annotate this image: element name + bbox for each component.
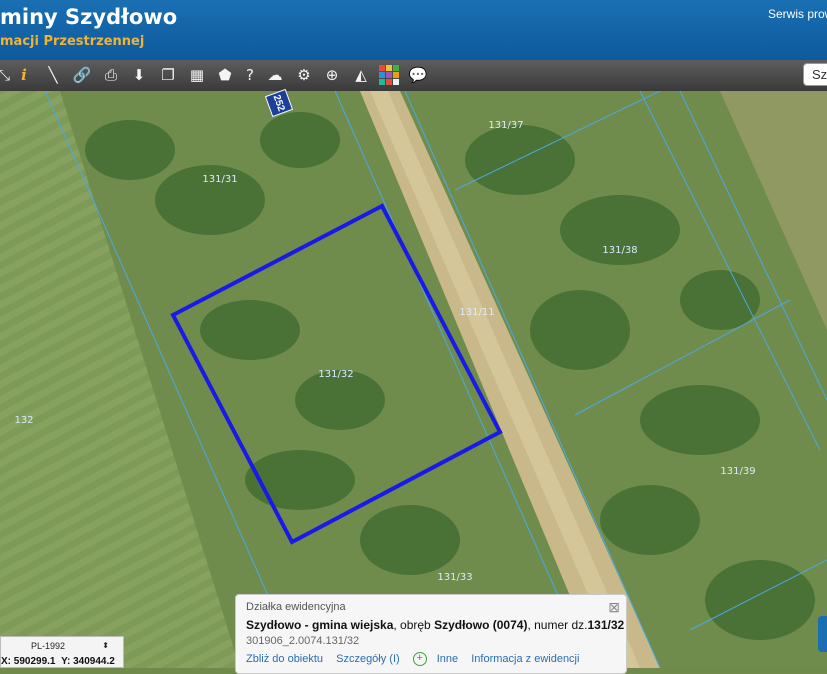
parcel-label: 131/31 bbox=[202, 174, 237, 185]
sun-icon[interactable]: ◭ bbox=[349, 63, 373, 87]
layout-icon[interactable]: ▦ bbox=[185, 63, 209, 87]
registry-info-link[interactable]: Informacja z ewidencji bbox=[471, 653, 579, 665]
coordinate-readout: X: 590299.1 Y: 340944.2 bbox=[1, 656, 115, 667]
number-prefix: , numer dz. bbox=[527, 618, 588, 632]
popup-links: Zbliż do obiektu Szczegóły (I) + Inne Inf… bbox=[246, 652, 616, 666]
parcel-info-popup: ⊠ Działka ewidencyjna Szydłowo - gmina w… bbox=[235, 594, 627, 674]
search-input[interactable]: Sz bbox=[803, 63, 827, 86]
chevron-updown-icon: ⬍ bbox=[102, 641, 109, 650]
layers-icon[interactable]: ❐ bbox=[156, 63, 180, 87]
ruler-icon[interactable]: ╲ bbox=[41, 63, 65, 87]
side-panel-toggle[interactable] bbox=[818, 616, 827, 652]
parcel-label: 131/33 bbox=[437, 572, 472, 583]
upload-icon[interactable]: ☁ bbox=[263, 63, 287, 87]
app-title: miny Szydłowo bbox=[0, 5, 178, 29]
parcel-number: 131/32 bbox=[587, 618, 625, 632]
parcel-precinct: Szydłowo (0074) bbox=[434, 618, 528, 632]
app-header: miny Szydłowo macji Przestrzennej Serwis… bbox=[0, 0, 827, 60]
other-link[interactable]: Inne bbox=[437, 653, 458, 665]
y-value: 340944.2 bbox=[73, 656, 115, 667]
zoom-search-icon[interactable]: ⊕ bbox=[320, 63, 344, 87]
parcel-label: 131/32 bbox=[318, 369, 353, 380]
color-grid-icon[interactable] bbox=[377, 63, 401, 87]
close-icon[interactable]: ⊠ bbox=[608, 599, 620, 616]
print-icon[interactable]: ⎙ bbox=[99, 63, 123, 87]
crs-select[interactable]: PL-1992 ⬍ bbox=[31, 641, 109, 653]
popup-heading: Działka ewidencyjna bbox=[246, 601, 346, 613]
parcel-label: 131/39 bbox=[720, 466, 755, 477]
y-label: Y: bbox=[61, 656, 71, 667]
app-subtitle: macji Przestrzennej bbox=[0, 34, 145, 49]
link-icon[interactable]: 🔗 bbox=[70, 63, 94, 87]
coordinate-panel: PL-1992 ⬍ X: 590299.1 Y: 340944.2 bbox=[0, 636, 124, 668]
plus-icon[interactable]: + bbox=[412, 652, 427, 666]
crs-value: PL-1992 bbox=[31, 641, 66, 651]
help-icon[interactable]: ? bbox=[238, 63, 262, 87]
precinct-prefix: , obręb bbox=[393, 618, 435, 632]
parcel-label: 131/38 bbox=[602, 245, 637, 256]
comment-icon[interactable]: 💬 bbox=[406, 63, 430, 87]
parcel-label: 131/11 bbox=[459, 307, 494, 318]
x-label: X: bbox=[1, 656, 11, 667]
shape-icon[interactable]: ⬟ bbox=[213, 63, 237, 87]
toolbar: ⤡ i ╲ 🔗 ⎙ ⬇ ❐ ▦ ⬟ ? ☁ ⚙ ⊕ ◭ 💬 bbox=[0, 60, 827, 92]
parcel-description: Szydłowo - gmina wiejska, obręb Szydłowo… bbox=[246, 618, 624, 632]
download-icon[interactable]: ⬇ bbox=[127, 63, 151, 87]
info-icon[interactable]: i bbox=[12, 63, 36, 87]
service-link[interactable]: Serwis prow bbox=[768, 7, 827, 21]
settings-icon[interactable]: ⚙ bbox=[292, 63, 316, 87]
map-view[interactable]: 131/31 131/37 131/38 131/11 131/32 132 1… bbox=[0, 91, 827, 668]
details-link[interactable]: Szczegóły (I) bbox=[336, 653, 400, 665]
x-value: 590299.1 bbox=[13, 656, 56, 667]
zoom-to-object-link[interactable]: Zbliż do obiektu bbox=[246, 653, 323, 665]
parcel-label: 132 bbox=[14, 415, 33, 426]
parcel-id: 301906_2.0074.131/32 bbox=[246, 635, 360, 647]
parcel-place: Szydłowo - gmina wiejska bbox=[246, 618, 394, 632]
parcel-label: 131/37 bbox=[488, 120, 523, 131]
